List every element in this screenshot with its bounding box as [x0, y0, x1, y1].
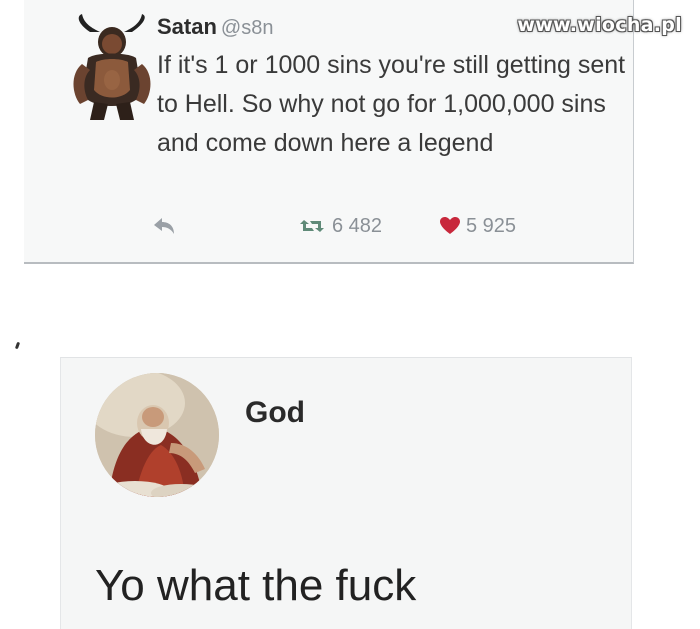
- retweet-icon: [300, 220, 324, 232]
- tweet-header: Satan @s8n: [157, 14, 273, 40]
- god-avatar[interactable]: [95, 373, 219, 497]
- satan-avatar[interactable]: [68, 14, 160, 122]
- watermark: www.wiocha.pl: [517, 14, 682, 36]
- retweet-button[interactable]: 6 482: [298, 214, 382, 238]
- god-post-card: God Yo what the fuck: [60, 357, 632, 629]
- devil-figure-icon: [73, 14, 151, 120]
- tweet-author-handle[interactable]: @s8n: [221, 17, 274, 39]
- tweet-actions: 6 482 5 925: [152, 214, 572, 240]
- stray-mark: [14, 341, 21, 350]
- god-painting-icon: [95, 373, 219, 497]
- heart-icon: [440, 217, 460, 234]
- retweet-count: 6 482: [332, 215, 383, 237]
- post-author-name[interactable]: God: [245, 396, 305, 430]
- reply-icon[interactable]: [152, 216, 176, 236]
- tweet-author-name[interactable]: Satan: [157, 14, 217, 39]
- like-count: 5 925: [466, 215, 517, 237]
- satan-tweet-card: Satan @s8n If it's 1 or 1000 sins you're …: [24, 0, 634, 264]
- post-text: Yo what the fuck: [95, 561, 417, 610]
- tweet-text: If it's 1 or 1000 sins you're still gett…: [157, 51, 626, 157]
- like-button[interactable]: 5 925: [440, 214, 516, 238]
